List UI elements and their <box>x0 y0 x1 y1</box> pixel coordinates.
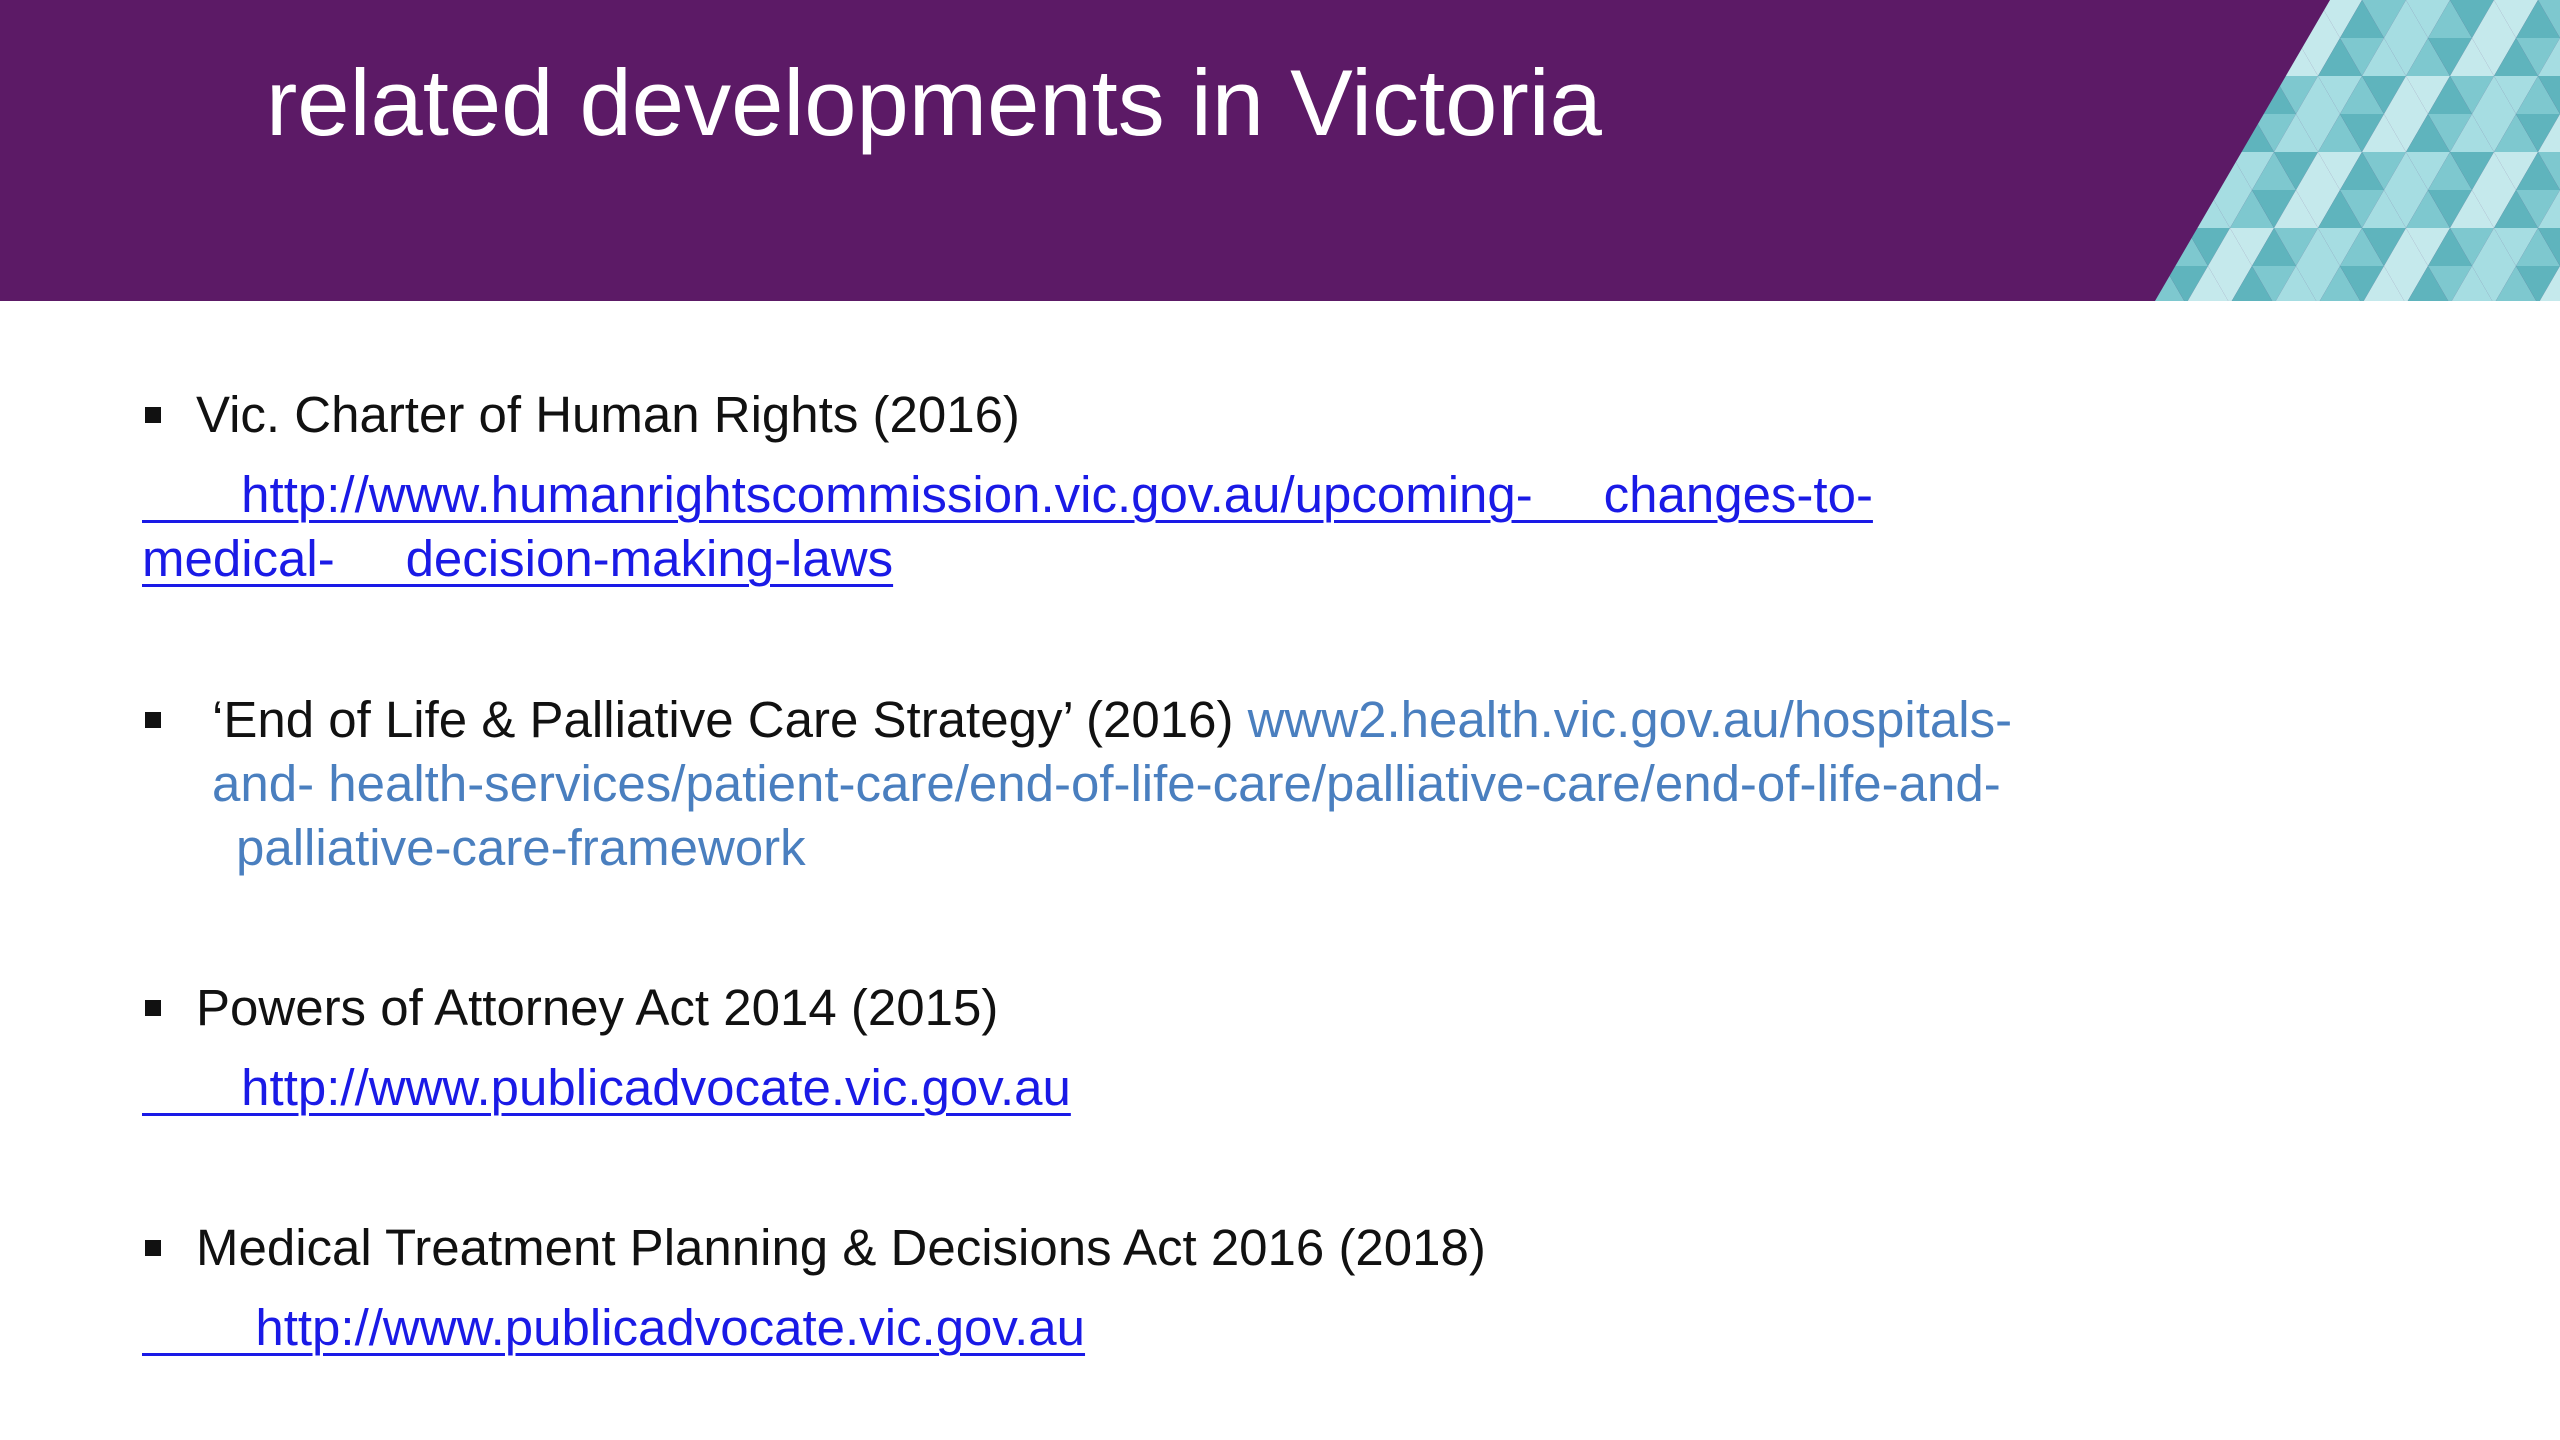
pattern-triangle <box>2155 152 2164 190</box>
pattern-triangle <box>2230 38 2274 76</box>
pattern-triangle <box>2155 190 2186 228</box>
slide: related developments in Victoria Vic. Ch… <box>0 0 2560 1440</box>
pattern-triangle <box>2164 114 2208 152</box>
link-humanrights-commission-cont[interactable]: medical- decision-making-laws <box>142 527 893 591</box>
triangle-pattern-decoration <box>2076 0 2560 301</box>
link-health-vic-cont[interactable]: and- health-services/patient-care/end-of… <box>212 752 2001 816</box>
pattern-triangle <box>2164 0 2208 38</box>
pattern-triangle <box>2186 114 2230 152</box>
pattern-triangle <box>2155 152 2186 190</box>
pattern-triangle <box>2155 38 2186 76</box>
pattern-triangle <box>2155 228 2164 266</box>
pattern-triangle <box>2076 228 2120 266</box>
link-humanrights-commission[interactable]: http://www.humanrightscommission.vic.gov… <box>142 463 1873 527</box>
bullet-marker <box>145 1240 161 1256</box>
pattern-triangle <box>2155 190 2164 228</box>
pattern-triangle <box>2186 0 2230 38</box>
bullet-marker <box>145 1000 161 1016</box>
pattern-triangle <box>2098 228 2142 266</box>
pattern-triangle <box>2076 152 2120 190</box>
link-health-vic[interactable]: www2.health.vic.gov.au/hospitals- <box>1248 691 2012 748</box>
pattern-triangle <box>2164 152 2208 190</box>
pattern-triangle <box>2155 76 2164 114</box>
item-medical-treatment-act: Medical Treatment Planning & Decisions A… <box>196 1219 1486 1276</box>
link-public-advocate-2[interactable]: http://www.publicadvocate.vic.gov.au <box>142 1296 1085 1360</box>
pattern-triangle <box>2155 76 2186 114</box>
pattern-triangle <box>2155 266 2164 301</box>
bullet-marker <box>145 407 161 423</box>
pattern-triangle <box>2098 266 2142 301</box>
pattern-triangle <box>2230 0 2274 38</box>
pattern-triangle <box>2155 114 2186 152</box>
pattern-triangle <box>2155 0 2186 38</box>
pattern-triangle <box>2155 114 2164 152</box>
item-end-of-life-strategy: ‘End of Life & Palliative Care Strategy’… <box>212 688 2012 752</box>
pattern-triangle <box>2208 38 2252 76</box>
pattern-triangle <box>2076 76 2120 114</box>
bullet-marker <box>145 712 161 728</box>
pattern-triangle <box>2164 76 2208 114</box>
pattern-triangle <box>2076 0 2120 38</box>
link-health-vic-cont-2[interactable]: palliative-care-framework <box>236 816 806 880</box>
pattern-triangle <box>2098 38 2142 76</box>
content-area: Vic. Charter of Human Rights (2016) http… <box>0 301 2560 1440</box>
pattern-triangle <box>2098 152 2142 190</box>
pattern-triangle <box>2252 0 2296 38</box>
pattern-triangle <box>2098 0 2142 38</box>
pattern-triangle <box>2098 76 2142 114</box>
title-banner: related developments in Victoria <box>0 0 2560 301</box>
pattern-triangle <box>2186 76 2230 114</box>
pattern-triangle <box>2164 38 2208 76</box>
item-human-rights-charter: Vic. Charter of Human Rights (2016) <box>196 386 1020 443</box>
pattern-triangle <box>2208 76 2252 114</box>
link-public-advocate[interactable]: http://www.publicadvocate.vic.gov.au <box>142 1056 1071 1120</box>
pattern-triangle <box>2155 38 2164 76</box>
pattern-triangle <box>2208 0 2252 38</box>
pattern-triangle <box>2098 114 2142 152</box>
item-powers-of-attorney: Powers of Attorney Act 2014 (2015) <box>196 979 999 1036</box>
pattern-triangle <box>2098 190 2142 228</box>
item-end-of-life-strategy-label: ‘End of Life & Palliative Care Strategy’… <box>212 691 1234 748</box>
pattern-triangle <box>2155 0 2164 38</box>
pattern-triangle <box>2186 38 2230 76</box>
